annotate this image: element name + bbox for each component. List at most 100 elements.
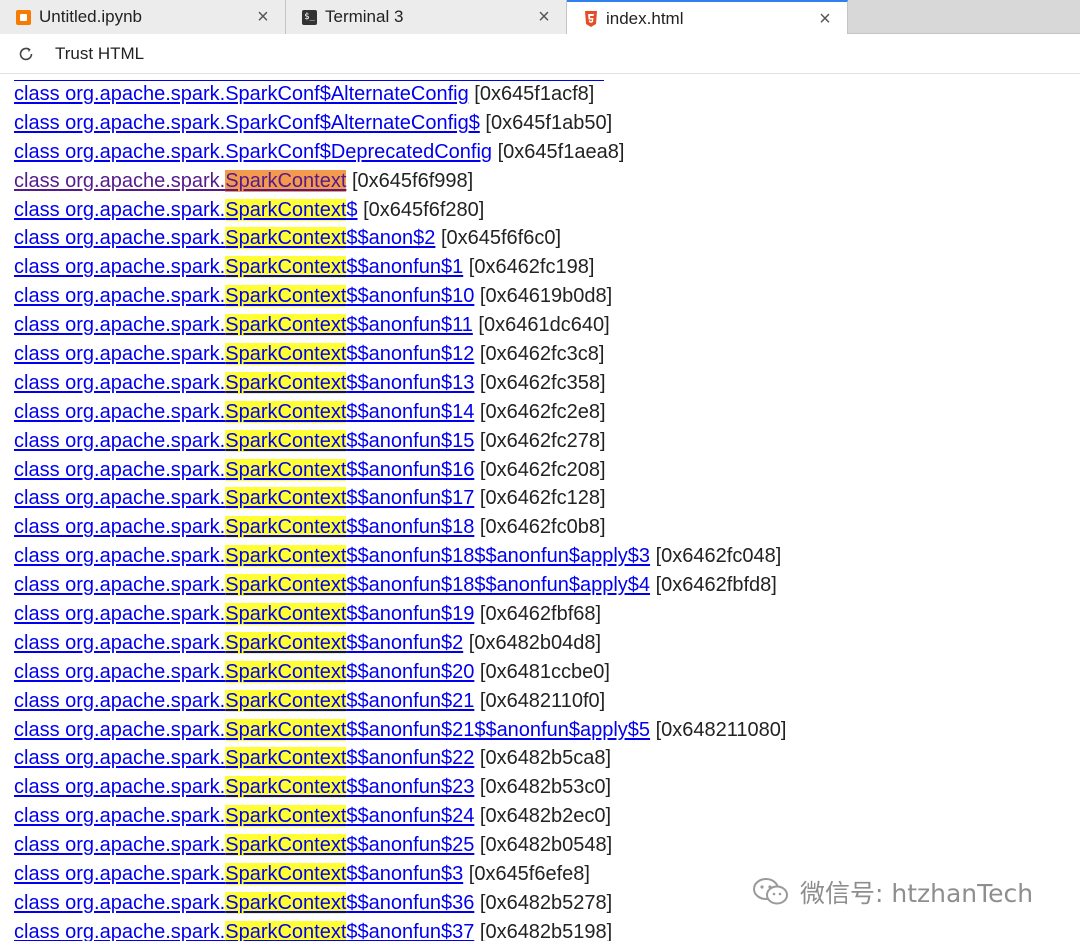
class-link-suffix: $$anonfun$16 (346, 458, 475, 481)
class-link-prefix: class org.apache.spark. (14, 458, 226, 481)
memory-address: [0x645f6f280] (357, 198, 485, 221)
class-link[interactable]: class org.apache.spark.SparkContext$$ano… (14, 285, 475, 308)
class-link[interactable]: class org.apache.spark.SparkContext$$ano… (14, 371, 474, 394)
class-link-suffix: $$anonfun$36 (346, 891, 475, 914)
class-link-suffix: $$anonfun$21$$anonfun$apply$5 (346, 718, 651, 741)
class-link[interactable]: class org.apache.spark.SparkContext$$ano… (14, 834, 474, 857)
tab-label: Terminal 3 (325, 7, 404, 26)
class-link[interactable]: class org.apache.spark.SparkContext$$ano… (14, 920, 474, 941)
search-match-highlight: SparkContext (225, 458, 347, 481)
class-link[interactable]: class org.apache.spark.SparkContext$$ano… (14, 805, 474, 828)
memory-address: [0x6462fc198] (463, 256, 595, 279)
class-link-suffix: $$anonfun$10 (346, 285, 475, 308)
search-match-highlight: SparkContext (225, 631, 347, 654)
memory-address: [0x6462fc278] (474, 429, 606, 452)
class-link[interactable]: class org.apache.spark.SparkContext$$ano… (14, 516, 474, 539)
list-item: class org.apache.spark.SparkContext$$ano… (14, 369, 786, 398)
list-item: class org.apache.spark.SparkContext$$ano… (14, 600, 786, 629)
class-link[interactable]: class org.apache.spark.SparkContext$$ano… (14, 487, 474, 510)
search-match-highlight: SparkContext (225, 891, 347, 914)
close-icon[interactable]: × (815, 9, 835, 29)
class-link[interactable]: class org.apache.spark.SparkContext$$ano… (14, 660, 475, 683)
search-match-highlight: SparkContext (225, 545, 347, 568)
class-link[interactable]: class org.apache.spark.SparkContext$$ano… (14, 574, 650, 597)
search-match-highlight: SparkContext (225, 718, 347, 741)
class-link-suffix: $$anonfun$2 (346, 631, 464, 654)
class-link-prefix: class org.apache.spark. (14, 227, 226, 250)
class-link-prefix: class org.apache.spark. (14, 863, 226, 886)
class-link[interactable]: class org.apache.spark.SparkContext (14, 169, 347, 192)
class-link[interactable]: class org.apache.spark.SparkContext$$ano… (14, 747, 474, 770)
class-link[interactable]: class org.apache.spark.SparkContext$$ano… (14, 400, 474, 423)
search-match-highlight: SparkContext (225, 256, 347, 279)
class-link-suffix: $$anonfun$20 (346, 660, 475, 683)
refresh-icon (19, 47, 33, 60)
close-icon[interactable]: × (534, 7, 554, 27)
tab-terminal-3[interactable]: $_ Terminal 3 × (286, 0, 567, 34)
search-match-highlight: SparkContext (225, 429, 347, 452)
class-link[interactable]: class org.apache.spark.SparkContext$$ano… (14, 314, 473, 337)
memory-address: [0x6462fbfd8] (650, 574, 777, 597)
watermark: 微信号: htzhanTech (752, 872, 1033, 912)
class-link-prefix: class org.apache.spark. (14, 487, 226, 510)
class-link[interactable]: class org.apache.spark.SparkContext$$ano… (14, 689, 474, 712)
tab-untitled-ipynb[interactable]: Untitled.ipynb × (0, 0, 286, 34)
class-link-suffix: $$anonfun$3 (346, 863, 464, 886)
list-item: class org.apache.spark.SparkContext$$ano… (14, 658, 786, 687)
memory-address: [0x6462fc3c8] (474, 343, 605, 366)
search-match-highlight: SparkContext (225, 805, 347, 828)
list-item: class org.apache.spark.SparkContext$$ano… (14, 571, 786, 600)
search-match-highlight: SparkContext (225, 834, 347, 857)
class-link[interactable]: class org.apache.spark.SparkConf$Depreca… (14, 141, 492, 163)
class-link[interactable]: class org.apache.spark.SparkConf$Alterna… (14, 83, 469, 105)
memory-address: [0x6482110f0] (474, 689, 606, 712)
memory-address: [0x64619b0d8] (474, 285, 613, 308)
class-link-prefix: class org.apache.spark. (14, 400, 226, 423)
search-match-highlight: SparkContext (225, 747, 347, 770)
class-link[interactable]: class org.apache.spark.SparkContext$$ano… (14, 776, 474, 799)
memory-address: [0x645f6f998] (346, 169, 474, 192)
search-match-highlight: SparkContext (225, 603, 347, 626)
memory-address: [0x6462fc0b8] (474, 516, 606, 539)
memory-address: [0x6482b0548] (474, 834, 613, 857)
memory-address: [0x6482b2ec0] (474, 805, 612, 828)
refresh-button[interactable] (13, 41, 39, 67)
html-file-icon (583, 10, 598, 27)
memory-address: [0x6482b04d8] (463, 631, 602, 654)
class-link-prefix: class org.apache.spark. (14, 314, 226, 337)
search-match-highlight: SparkContext (225, 227, 347, 250)
watermark-text: 微信号: htzhanTech (800, 879, 1034, 908)
class-link[interactable]: class org.apache.spark.SparkContext$$ano… (14, 545, 650, 568)
memory-address: [0x6462fc128] (474, 487, 606, 510)
search-match-highlight: SparkContext (225, 574, 347, 597)
search-match-highlight: SparkContext (225, 863, 347, 886)
class-link-prefix: class org.apache.spark. (14, 516, 226, 539)
trust-html-button[interactable]: Trust HTML (55, 44, 144, 64)
list-item: class org.apache.spark.SparkContext$$ano… (14, 889, 786, 918)
html-viewer-toolbar: Trust HTML (0, 34, 1080, 74)
class-link[interactable]: class org.apache.spark.SparkContext$$ano… (14, 891, 475, 914)
search-match-highlight: SparkContext (225, 314, 347, 337)
class-link[interactable]: class org.apache.spark.SparkContext$$ano… (14, 429, 474, 452)
class-link-suffix: $$anonfun$12 (346, 343, 475, 366)
class-link-prefix: class org.apache.spark.SparkConf$Depreca… (14, 140, 493, 163)
class-link[interactable]: class org.apache.spark.SparkContext$$ano… (14, 458, 475, 481)
list-item: class org.apache.spark.SparkContext$$ano… (14, 542, 786, 571)
class-link[interactable]: class org.apache.spark.SparkContext$$ano… (14, 343, 475, 366)
class-link[interactable]: class org.apache.spark.SparkContext$$ano… (14, 631, 464, 654)
close-icon[interactable]: × (253, 7, 273, 27)
search-match-highlight: SparkContext (225, 400, 347, 423)
class-link[interactable]: class org.apache.spark.SparkContext$$ano… (14, 256, 463, 279)
list-item: class org.apache.spark.SparkContext$$ano… (14, 802, 786, 831)
class-link-prefix: class org.apache.spark. (14, 256, 226, 279)
class-link[interactable]: class org.apache.spark.SparkContext$$ano… (14, 863, 464, 886)
class-link[interactable]: class org.apache.spark.SparkContext$$ano… (14, 227, 435, 250)
class-link[interactable]: class org.apache.spark.SparkContext$ (14, 198, 358, 221)
class-link-prefix: class org.apache.spark. (14, 429, 226, 452)
class-link[interactable]: class org.apache.spark.SparkContext$$ano… (14, 603, 474, 626)
class-link[interactable]: class org.apache.spark.SparkContext$$ano… (14, 718, 651, 741)
tab-index-html[interactable]: index.html × (567, 0, 848, 35)
terminal-icon: $_ (302, 9, 317, 25)
list-item: class org.apache.spark.SparkConf$Alterna… (14, 80, 786, 109)
class-link[interactable]: class org.apache.spark.SparkConf$Alterna… (14, 112, 480, 134)
